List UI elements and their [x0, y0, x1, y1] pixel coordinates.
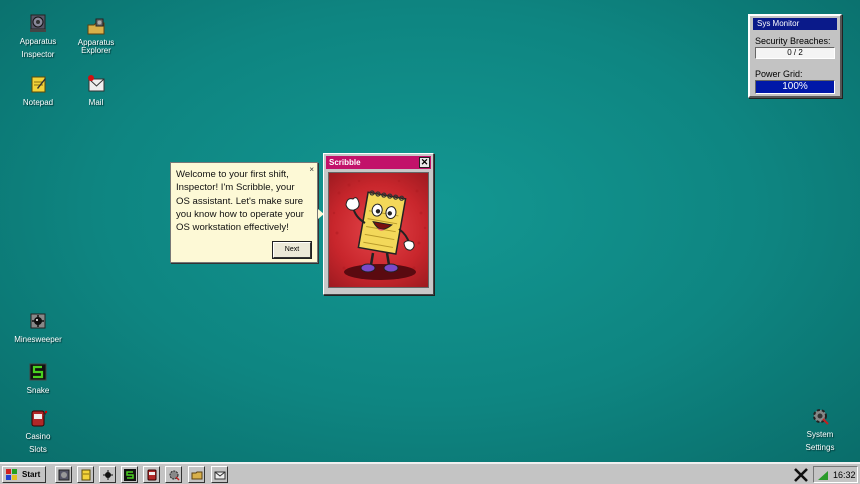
- slot-machine-icon: [31, 410, 48, 427]
- scribble-mascot-image: [328, 172, 429, 288]
- mail-icon: [88, 75, 105, 92]
- signal-icon: [818, 471, 828, 480]
- scribble-titlebar[interactable]: Scribble ✕: [326, 156, 431, 169]
- scribble-mascot-icon: [332, 179, 427, 280]
- taskbar-button-minesweeper[interactable]: [99, 466, 116, 483]
- start-label: Start: [22, 470, 41, 479]
- notepad-icon: [31, 76, 46, 93]
- sys-monitor-window: Sys Monitor Security Breaches: 0 / 2 Pow…: [748, 14, 842, 98]
- snake-icon: [124, 469, 136, 481]
- minesweeper-icon: [103, 470, 113, 480]
- system-settings-icon: [169, 470, 180, 481]
- security-breaches-value: 0 / 2: [755, 47, 835, 59]
- taskbar: Start 16:32: [0, 462, 860, 484]
- desktop-icon-label: Snake: [26, 386, 50, 395]
- slot-machine-icon: [147, 469, 157, 481]
- snake-icon: [29, 363, 47, 381]
- taskbar-button-snake[interactable]: [121, 466, 138, 483]
- scribble-close-button[interactable]: ✕: [419, 157, 430, 168]
- assistant-speech-bubble: Welcome to your first shift, Inspector! …: [170, 162, 318, 263]
- system-tray: 16:32: [813, 466, 858, 483]
- desktop: Apparatus Inspector Apparatus Explorer N…: [0, 0, 860, 462]
- desktop-icon-apparatus-inspector[interactable]: Apparatus Inspector: [6, 13, 70, 61]
- assistant-message: Welcome to your first shift, Inspector! …: [176, 169, 304, 234]
- desktop-icon-snake[interactable]: Snake: [6, 362, 70, 397]
- desktop-icon-label: Inspector: [21, 50, 55, 59]
- apparatus-inspector-icon: [30, 14, 46, 32]
- desktop-icon-label: Minesweeper: [14, 335, 62, 344]
- notepad-icon: [81, 469, 91, 481]
- taskbar-button-casino-slots[interactable]: [143, 466, 160, 483]
- desktop-icon-notepad[interactable]: Notepad: [6, 74, 70, 109]
- taskbar-button-apparatus-explorer[interactable]: [188, 466, 205, 483]
- taskbar-button-mail[interactable]: [211, 466, 228, 483]
- scribble-window: Scribble ✕: [323, 153, 434, 295]
- desktop-icon-minesweeper[interactable]: Minesweeper: [6, 311, 70, 346]
- power-grid-value: 100%: [755, 80, 835, 94]
- desktop-icon-casino-slots[interactable]: Casino Slots: [6, 408, 70, 456]
- desktop-icon-mail[interactable]: Mail: [64, 74, 128, 109]
- desktop-icon-label: Casino: [25, 432, 51, 441]
- desktop-icon-label: Mail: [88, 98, 104, 107]
- apparatus-inspector-icon: [58, 469, 70, 481]
- desktop-icon-label: Settings: [805, 443, 835, 452]
- clock: 16:32: [833, 470, 856, 480]
- desktop-icon-label: System: [806, 430, 834, 439]
- taskbar-button-system-settings[interactable]: [165, 466, 182, 483]
- bubble-close-button[interactable]: ×: [309, 166, 314, 174]
- apparatus-explorer-icon: [191, 471, 203, 480]
- start-button[interactable]: Start: [2, 466, 46, 483]
- power-grid-label: Power Grid:: [755, 69, 803, 79]
- close-x-icon[interactable]: [793, 467, 809, 483]
- system-settings-icon: [813, 409, 829, 425]
- desktop-icon-label: Explorer: [81, 46, 111, 55]
- desktop-icon-label: Apparatus: [19, 37, 57, 46]
- next-button[interactable]: Next: [272, 241, 312, 259]
- minesweeper-icon: [30, 313, 46, 329]
- desktop-icon-system-settings[interactable]: System Settings: [788, 406, 852, 454]
- security-breaches-label: Security Breaches:: [755, 36, 831, 46]
- scribble-window-title: Scribble: [329, 158, 361, 167]
- start-logo-icon: [6, 469, 17, 480]
- unread-badge-icon: [88, 75, 94, 81]
- desktop-icon-label: Notepad: [22, 98, 54, 107]
- taskbar-button-apparatus-inspector[interactable]: [55, 466, 72, 483]
- sys-monitor-title: Sys Monitor: [753, 18, 837, 30]
- mail-icon: [214, 471, 226, 480]
- desktop-icon-label: Slots: [29, 445, 47, 454]
- desktop-icon-apparatus-explorer[interactable]: Apparatus Explorer: [64, 17, 128, 55]
- taskbar-button-notepad[interactable]: [77, 466, 94, 483]
- apparatus-explorer-icon: [87, 18, 105, 35]
